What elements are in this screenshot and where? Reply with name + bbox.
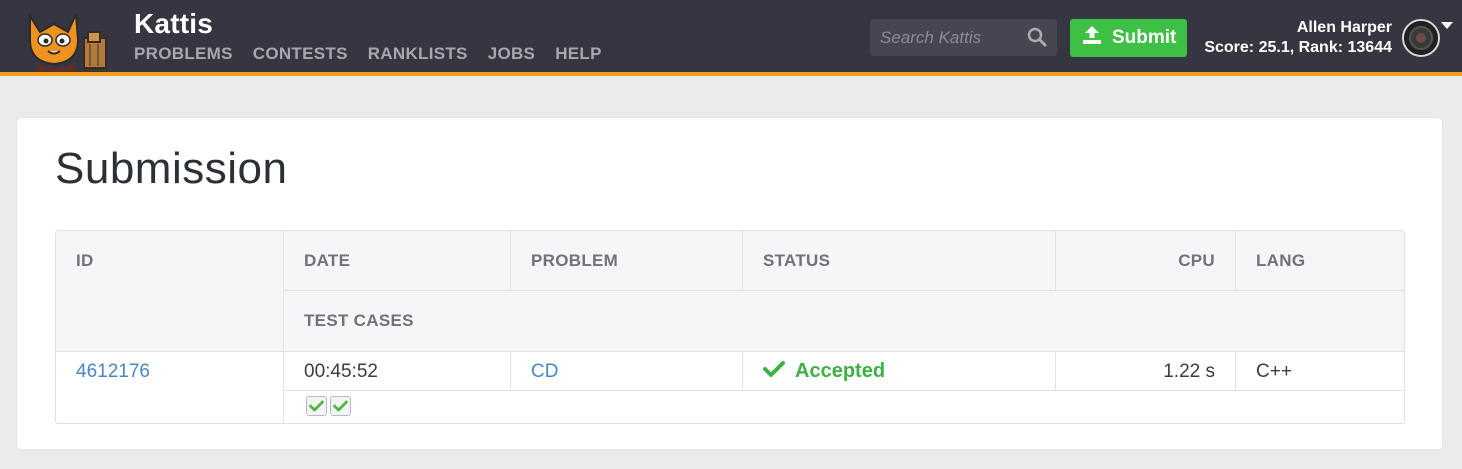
submission-date: 00:45:52 xyxy=(304,360,378,382)
checkmark-icon xyxy=(763,360,785,384)
column-header-date: DATE xyxy=(284,231,510,290)
problem-cell: CD xyxy=(511,352,742,391)
column-header-id: ID xyxy=(56,231,283,351)
nav-jobs[interactable]: JOBS xyxy=(488,44,536,64)
column-header-status: STATUS xyxy=(743,231,1055,290)
divider xyxy=(742,231,743,290)
submission-id-link[interactable]: 4612176 xyxy=(76,361,150,383)
status-badge: Accepted xyxy=(743,352,1055,391)
avatar[interactable] xyxy=(1402,19,1440,57)
main-nav: PROBLEMS CONTESTS RANKLISTS JOBS HELP xyxy=(134,44,602,64)
user-name: Allen Harper xyxy=(1296,19,1392,36)
status-text: Accepted xyxy=(795,360,886,382)
search-input[interactable] xyxy=(870,19,1020,56)
search-box xyxy=(870,19,1057,56)
brand-title[interactable]: Kattis xyxy=(134,8,213,40)
nav-contests[interactable]: CONTESTS xyxy=(253,44,348,64)
table-row: 4612176 xyxy=(56,352,283,391)
top-navbar: Kattis PROBLEMS CONTESTS RANKLISTS JOBS … xyxy=(0,0,1462,76)
submit-label: Submit xyxy=(1112,27,1177,48)
search-icon[interactable] xyxy=(1027,27,1047,47)
nav-ranklists[interactable]: RANKLISTS xyxy=(368,44,468,64)
divider xyxy=(284,290,1404,291)
language: C++ xyxy=(1256,360,1292,382)
test-case-passed-icon[interactable] xyxy=(306,396,327,416)
divider xyxy=(510,231,511,290)
test-case-passed-icon[interactable] xyxy=(330,396,351,416)
cpu-time: 1.22 s xyxy=(1163,360,1215,382)
column-header-problem: PROBLEM xyxy=(511,231,742,290)
divider xyxy=(283,231,284,423)
divider xyxy=(1055,231,1056,290)
column-header-lang: LANG xyxy=(1236,231,1404,290)
user-score: Score: 25.1, Rank: 13644 xyxy=(1204,39,1392,56)
nav-problems[interactable]: PROBLEMS xyxy=(134,44,233,64)
upload-icon xyxy=(1082,25,1102,51)
submit-button[interactable]: Submit xyxy=(1070,19,1187,57)
submission-table: ID DATE PROBLEM STATUS CPU LANG TEST CAS… xyxy=(55,230,1405,424)
nav-help[interactable]: HELP xyxy=(555,44,602,64)
problem-link[interactable]: CD xyxy=(531,361,558,383)
user-info[interactable]: Allen Harper Score: 25.1, Rank: 13644 xyxy=(1204,18,1392,58)
column-header-test-cases: TEST CASES xyxy=(284,291,1404,351)
column-header-cpu: CPU xyxy=(1056,231,1235,290)
divider xyxy=(1235,231,1236,290)
kattis-logo[interactable] xyxy=(18,4,118,72)
page-title: Submission xyxy=(55,144,288,193)
submission-card: Submission ID DATE PROBLEM STATUS CPU LA… xyxy=(17,118,1442,449)
caret-down-icon[interactable] xyxy=(1441,22,1453,29)
